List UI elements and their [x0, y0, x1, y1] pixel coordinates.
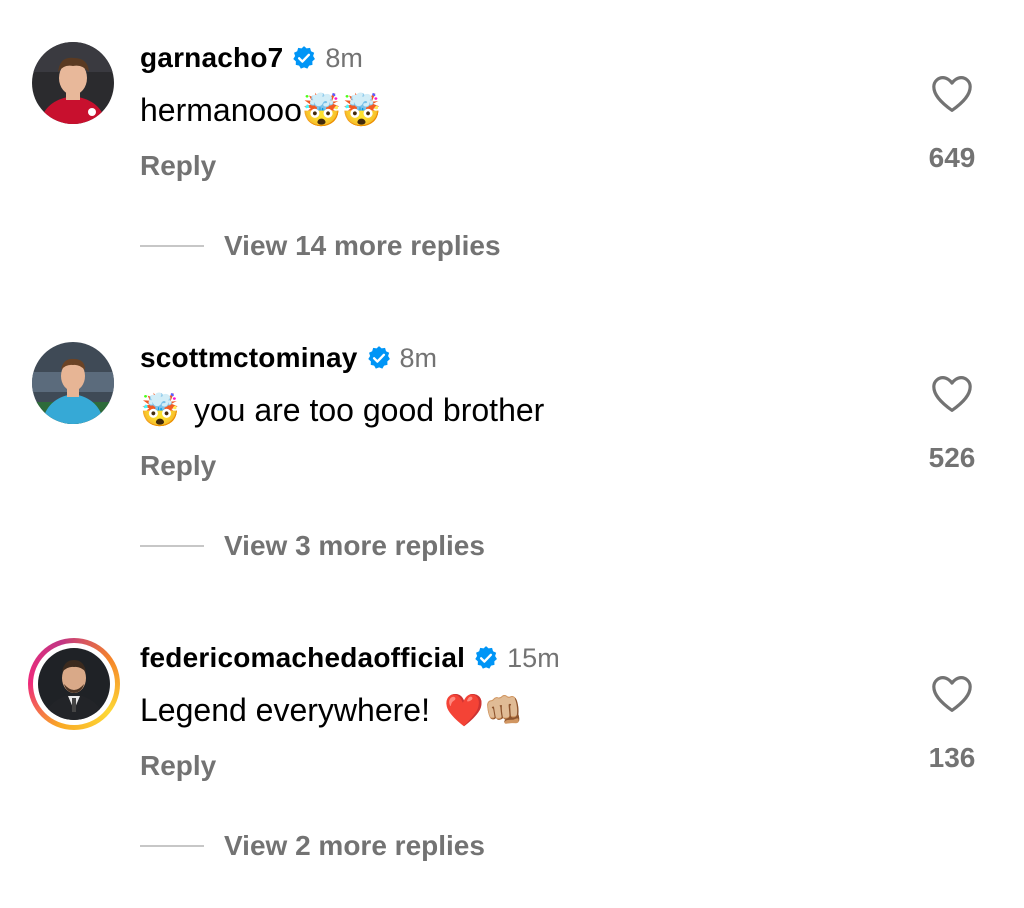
- comment-emoji: 🤯: [140, 392, 180, 428]
- comment-emoji: 🤯🤯: [301, 92, 382, 128]
- comment-body: you are too good brother: [193, 391, 545, 428]
- comment-body: hermanooo: [140, 91, 302, 128]
- avatar[interactable]: [28, 338, 118, 428]
- avatar-image: [32, 42, 114, 124]
- comment-item: garnacho7 8m hermanooo 🤯🤯 Reply 649 View…: [0, 0, 1024, 300]
- comment-text: Legend everywhere! ❤️👊🏼: [140, 688, 530, 732]
- reply-button[interactable]: Reply: [140, 150, 216, 182]
- view-more-replies[interactable]: View 3 more replies: [140, 530, 485, 562]
- like-control: 136: [922, 674, 982, 774]
- heart-outline-icon[interactable]: [930, 674, 974, 714]
- avatar-image: [32, 342, 114, 424]
- comment-item: scottmctominay 8m 🤯 you are too good bro…: [0, 300, 1024, 600]
- divider: [140, 845, 204, 847]
- username[interactable]: federicomachedaofficial: [140, 642, 465, 674]
- comment-text: hermanooo 🤯🤯: [140, 88, 388, 132]
- username[interactable]: scottmctominay: [140, 342, 358, 374]
- comment-item: federicomachedaofficial 15m Legend every…: [0, 600, 1024, 900]
- like-count: 526: [928, 442, 976, 473]
- username[interactable]: garnacho7: [140, 42, 283, 74]
- comment-emoji: ❤️👊🏼: [443, 692, 524, 728]
- view-more-replies-label[interactable]: View 3 more replies: [224, 530, 485, 562]
- heart-outline-icon[interactable]: [930, 374, 974, 414]
- verified-badge-icon: [475, 646, 498, 669]
- divider: [140, 545, 204, 547]
- view-more-replies-label[interactable]: View 2 more replies: [224, 830, 485, 862]
- comment-text: 🤯 you are too good brother: [140, 388, 544, 432]
- comment-time: 8m: [325, 42, 363, 73]
- verified-badge-icon: [367, 346, 390, 369]
- reply-button[interactable]: Reply: [140, 450, 216, 482]
- like-count: 649: [928, 142, 976, 173]
- comment-body: Legend everywhere!: [140, 691, 430, 728]
- comment-time: 8m: [399, 342, 438, 373]
- heart-outline-icon[interactable]: [930, 74, 974, 114]
- like-control: 526: [922, 374, 982, 474]
- view-more-replies-label[interactable]: View 14 more replies: [224, 230, 501, 262]
- verified-badge-icon: [293, 46, 316, 69]
- like-count: 136: [928, 742, 976, 773]
- avatar[interactable]: [28, 638, 120, 730]
- view-more-replies[interactable]: View 2 more replies: [140, 830, 485, 862]
- view-more-replies[interactable]: View 14 more replies: [140, 230, 501, 262]
- like-control: 649: [922, 74, 982, 174]
- avatar[interactable]: [28, 38, 118, 128]
- avatar-image: [38, 648, 110, 720]
- divider: [140, 245, 204, 247]
- comment-time: 15m: [507, 642, 560, 673]
- reply-button[interactable]: Reply: [140, 750, 216, 782]
